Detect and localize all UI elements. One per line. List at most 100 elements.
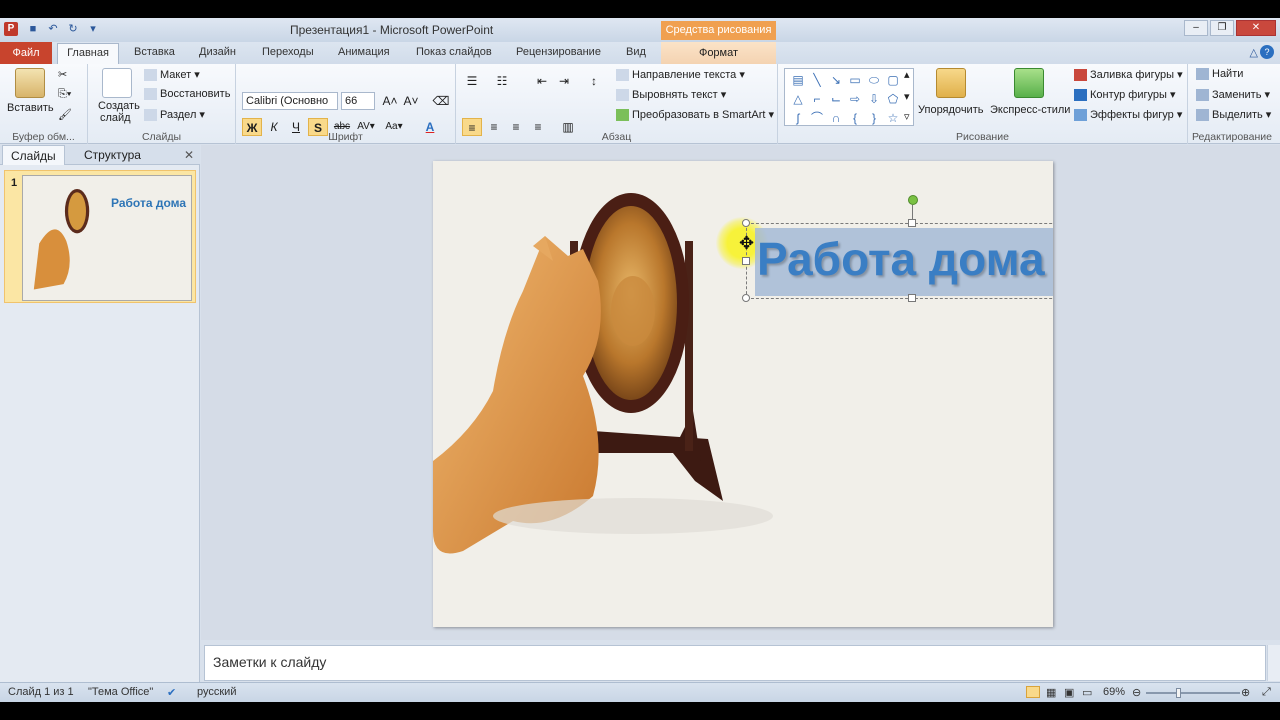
shapes-more-icon[interactable]: ▿	[904, 110, 910, 123]
slideshow-view-icon[interactable]: ▭	[1082, 686, 1092, 699]
resize-handle-bl[interactable]	[742, 294, 750, 302]
cut-icon[interactable]: ✂	[58, 68, 67, 81]
shape-fill-button[interactable]: Заливка фигуры ▾	[1074, 68, 1183, 82]
section-button[interactable]: Раздел ▾	[144, 108, 205, 122]
elbow-shape-icon[interactable]: ⌐	[808, 90, 826, 109]
maximize-icon[interactable]: ❐	[1210, 20, 1234, 36]
line-shape-icon[interactable]: ╲	[808, 71, 826, 90]
grow-font-icon[interactable]: A˄	[380, 92, 400, 110]
redo-icon[interactable]: ↻	[66, 22, 80, 36]
help-icon[interactable]: △	[1250, 46, 1258, 59]
tab-format[interactable]: Формат	[661, 42, 776, 64]
clear-format-icon[interactable]: ⌫	[431, 92, 451, 110]
rectangle-shape-icon[interactable]: ▭	[846, 71, 864, 90]
resize-handle-t[interactable]	[908, 219, 916, 227]
slide-thumbnail[interactable]: Работа дома	[22, 175, 192, 301]
quick-styles-icon[interactable]	[1014, 68, 1044, 98]
rotation-handle[interactable]	[908, 195, 918, 205]
textbox-shape-icon[interactable]: ▤	[789, 71, 807, 90]
resize-handle-b[interactable]	[908, 294, 916, 302]
slide-canvas[interactable]: Работа дома ✥	[433, 161, 1053, 627]
font-size-combo[interactable]: 66	[341, 92, 375, 110]
down-arrow-shape-icon[interactable]: ⇩	[865, 90, 883, 109]
slide-thumbnail-item[interactable]: 1 Работа дома	[4, 170, 196, 303]
shrink-font-icon[interactable]: A˅	[401, 92, 421, 110]
paste-icon[interactable]	[15, 68, 45, 98]
triangle-shape-icon[interactable]: △	[789, 90, 807, 109]
help-question-icon[interactable]: ?	[1260, 45, 1274, 59]
replace-button[interactable]: Заменить ▾	[1196, 88, 1270, 102]
zoom-slider[interactable]	[1146, 692, 1240, 694]
decrease-indent-icon[interactable]: ⇤	[532, 72, 552, 90]
select-button[interactable]: Выделить ▾	[1196, 108, 1271, 122]
arrange-icon[interactable]	[936, 68, 966, 98]
title-textbox[interactable]: Работа дома	[742, 219, 1053, 302]
tab-animation[interactable]: Анимация	[338, 46, 390, 58]
star-shape-icon[interactable]: ☆	[884, 109, 902, 128]
align-text-button[interactable]: Выровнять текст ▾	[616, 88, 726, 102]
bullets-icon[interactable]: ☰	[462, 72, 482, 90]
zoom-in-icon[interactable]: ⊕	[1241, 686, 1250, 699]
reading-view-icon[interactable]: ▣	[1064, 686, 1074, 699]
zoom-out-icon[interactable]: ⊖	[1132, 686, 1141, 699]
right-arrow-shape-icon[interactable]: ⇨	[846, 90, 864, 109]
new-slide-button-line1[interactable]: Создать	[98, 100, 140, 112]
fit-slide-icon[interactable]: ⤢	[1262, 686, 1271, 699]
freeform-shape-icon[interactable]: ʃ	[789, 109, 807, 128]
new-slide-button-line2[interactable]: слайд	[100, 112, 131, 124]
tab-home[interactable]: Главная	[57, 43, 119, 64]
tab-file[interactable]: Файл	[0, 42, 52, 64]
powerpoint-logo-icon[interactable]: P	[4, 22, 18, 36]
numbering-icon[interactable]: ☷	[492, 72, 512, 90]
paste-button[interactable]: Вставить	[7, 102, 54, 114]
spellcheck-icon[interactable]: ✔	[167, 686, 176, 699]
resize-handle-tl[interactable]	[742, 219, 750, 227]
brace-right-shape-icon[interactable]: }	[865, 109, 883, 128]
shapes-scroll-down-icon[interactable]: ▾	[904, 90, 910, 103]
undo-icon[interactable]: ↶	[46, 22, 60, 36]
notes-pane[interactable]: Заметки к слайду	[204, 645, 1266, 681]
minimize-icon[interactable]: –	[1184, 20, 1208, 36]
increase-indent-icon[interactable]: ⇥	[554, 72, 574, 90]
save-icon[interactable]: ■	[26, 22, 40, 36]
shapes-scroll-up-icon[interactable]: ▴	[904, 68, 910, 81]
slide-sorter-icon[interactable]: ▦	[1046, 686, 1056, 699]
arc-shape-icon[interactable]: ∩	[827, 109, 845, 128]
normal-view-icon[interactable]	[1026, 686, 1040, 698]
notes-scrollbar[interactable]	[1267, 645, 1280, 681]
tab-insert[interactable]: Вставка	[134, 46, 175, 58]
tab-review[interactable]: Рецензирование	[516, 46, 601, 58]
shapes-gallery[interactable]: ▤ ╲ ↘ ▭ ⬭ ▢ △ ⌐ ⌙ ⇨ ⇩ ⬠ ʃ ⌒ ∩{} ☆	[784, 68, 914, 126]
zoom-slider-thumb[interactable]	[1176, 688, 1181, 698]
tab-outline[interactable]: Структура	[76, 145, 149, 165]
rounded-rect-shape-icon[interactable]: ▢	[884, 71, 902, 90]
close-icon[interactable]: ✕	[1236, 20, 1276, 36]
brace-left-shape-icon[interactable]: {	[846, 109, 864, 128]
theme-name[interactable]: "Тема Office"	[88, 686, 153, 698]
curve-shape-icon[interactable]: ⌒	[808, 109, 826, 128]
arrow-line-shape-icon[interactable]: ↘	[827, 71, 845, 90]
arrange-button[interactable]: Упорядочить	[918, 104, 983, 116]
shape-effects-button[interactable]: Эффекты фигур ▾	[1074, 108, 1182, 122]
pentagon-shape-icon[interactable]: ⬠	[884, 90, 902, 109]
tab-design[interactable]: Дизайн	[199, 46, 236, 58]
shape-outline-button[interactable]: Контур фигуры ▾	[1074, 88, 1176, 102]
font-name-combo[interactable]: Calibri (Основно	[242, 92, 338, 110]
text-direction-button[interactable]: Направление текста ▾	[616, 68, 745, 82]
reset-button[interactable]: Восстановить	[144, 88, 230, 101]
format-painter-icon[interactable]: 🖌	[58, 108, 72, 121]
language[interactable]: русский	[197, 686, 236, 698]
copy-icon[interactable]: ⎘▾	[58, 88, 71, 101]
layout-button[interactable]: Макет ▾	[144, 68, 200, 82]
tab-slideshow[interactable]: Показ слайдов	[416, 46, 492, 58]
pane-close-icon[interactable]: ✕	[184, 148, 194, 162]
connector-shape-icon[interactable]: ⌙	[827, 90, 845, 109]
oval-shape-icon[interactable]: ⬭	[865, 71, 883, 90]
tab-slides[interactable]: Слайды	[2, 145, 65, 165]
convert-smartart-button[interactable]: Преобразовать в SmartArt ▾	[616, 108, 774, 122]
tab-view[interactable]: Вид	[626, 46, 646, 58]
quick-styles-button[interactable]: Экспресс-стили	[990, 104, 1070, 116]
zoom-level[interactable]: 69%	[1103, 686, 1125, 698]
tab-transitions[interactable]: Переходы	[262, 46, 314, 58]
resize-handle-l[interactable]	[742, 257, 750, 265]
